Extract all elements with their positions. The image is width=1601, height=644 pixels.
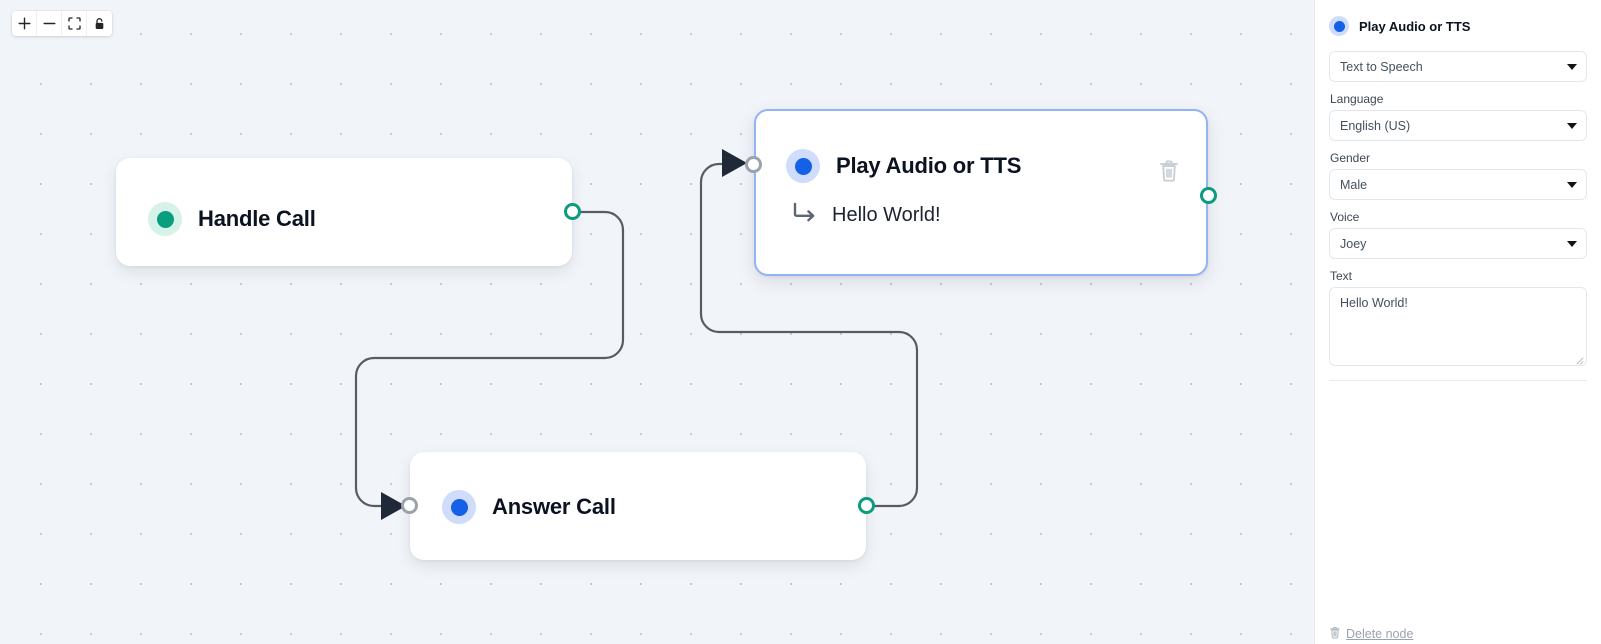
trash-icon [1160,160,1178,182]
subflow-arrow-icon [792,201,818,230]
zoom-in-button[interactable] [12,11,37,36]
panel-footer: Delete node [1315,612,1601,644]
language-select[interactable]: English (US) [1329,110,1587,141]
lock-button[interactable] [87,11,112,36]
node-settings-panel: Play Audio or TTS Text to Speech Languag… [1314,0,1601,644]
gender-label: Gender [1330,151,1371,165]
voice-label: Voice [1330,210,1360,224]
voice-select[interactable]: Joey [1329,228,1587,259]
language-label: Language [1330,92,1384,106]
text-input[interactable] [1329,287,1587,366]
delete-node-label: Delete node [1346,627,1414,641]
flow-canvas[interactable]: Handle Call Play Audio or TTS Hello Worl… [0,0,1314,644]
delete-node-link[interactable]: Delete node [1329,626,1413,642]
fit-view-button[interactable] [62,11,87,36]
language-value: English (US) [1340,118,1411,133]
panel-status-dot [1329,16,1349,36]
chevron-down-icon [1567,181,1577,188]
node-target-handle[interactable] [745,156,762,173]
text-label: Text [1330,269,1353,283]
node-title: Play Audio or TTS [836,153,1022,178]
chevron-down-icon [1567,240,1577,247]
panel-body: Text to Speech Language English (US) Gen… [1315,46,1601,612]
plus-icon [18,17,31,30]
node-type-select[interactable]: Text to Speech [1329,51,1587,82]
node-delete-icon[interactable] [1158,159,1180,183]
node-status-dot [148,202,182,236]
minus-icon [43,17,56,30]
zoom-out-button[interactable] [37,11,62,36]
node-answer-call[interactable]: Answer Call [401,452,875,560]
node-type-value: Text to Speech [1340,59,1423,74]
gender-value: Male [1340,177,1368,192]
canvas-toolbar [12,11,112,36]
panel-divider [1329,380,1587,381]
node-title: Handle Call [198,206,316,231]
node-source-handle[interactable] [858,497,875,514]
voice-value: Joey [1340,236,1367,251]
node-target-handle[interactable] [401,497,418,514]
node-play-audio-or-tts[interactable]: Play Audio or TTS Hello World! [745,109,1217,276]
chevron-down-icon [1567,63,1577,70]
node-subtitle: Hello World! [832,204,941,226]
node-status-dot [442,490,476,524]
fit-view-icon [67,17,81,30]
edge-arrowhead-play-audio [722,149,747,177]
node-handle-call[interactable]: Handle Call [116,158,581,266]
lock-icon [93,17,106,30]
flow-editor: Handle Call Play Audio or TTS Hello Worl… [0,0,1601,644]
node-title: Answer Call [492,494,616,519]
node-source-handle[interactable] [564,203,581,220]
gender-select[interactable]: Male [1329,169,1587,200]
node-source-handle[interactable] [1200,187,1217,204]
node-status-dot [786,149,820,183]
panel-header: Play Audio or TTS [1315,0,1601,46]
chevron-down-icon [1567,122,1577,129]
panel-title: Play Audio or TTS [1359,18,1471,34]
trash-icon [1329,626,1341,642]
